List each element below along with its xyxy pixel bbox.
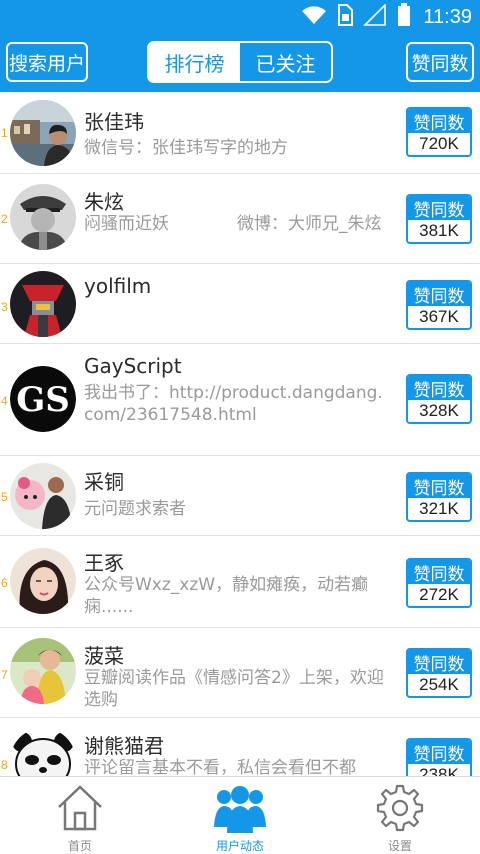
rank-number: 5 — [1, 490, 8, 504]
rank-number: 1 — [1, 126, 8, 140]
tab-switcher: 排行榜 已关注 — [147, 41, 333, 83]
sim-icon — [337, 4, 354, 30]
user-description: 公众号Wxz_xzW，静如瘫痪，动若癫痫...... — [84, 575, 369, 617]
bottom-navigation: 首页 用户动态 设置 — [0, 776, 480, 854]
user-name: 张佳玮 — [84, 110, 144, 134]
ranking-list[interactable]: 1 张佳玮 微信号：张佳玮写字的地方 赞同数 720K 2 朱炫 闷骚而近妖 微… — [0, 92, 480, 776]
svg-text:GS: GS — [16, 380, 70, 420]
rank-number: 4 — [1, 394, 8, 408]
list-item[interactable]: 4 GS GayScript 我出书了：http://product.dangd… — [0, 344, 480, 456]
user-description: 元问题求索者 — [84, 499, 186, 519]
user-name: 王豖 — [84, 551, 124, 575]
user-description: 我出书了：http://product.dangdang.com/2361754… — [84, 383, 383, 425]
likes-badge: 赞同数 321K — [406, 472, 472, 522]
rank-number: 7 — [1, 668, 8, 682]
list-item[interactable]: 2 朱炫 闷骚而近妖 微博：大师兄_朱炫 赞同数 381K — [0, 174, 480, 264]
status-bar: 11:39 — [0, 0, 480, 34]
user-description: 闷骚而近妖 微博：大师兄_朱炫 — [84, 214, 382, 234]
user-name: yolfilm — [84, 274, 152, 298]
avatar[interactable] — [10, 638, 76, 704]
nav-settings-label: 设置 — [387, 839, 412, 853]
user-name: 采铜 — [84, 470, 124, 494]
status-time: 11:39 — [423, 5, 472, 28]
tab-following[interactable]: 已关注 — [240, 43, 331, 81]
rank-number: 6 — [1, 576, 8, 590]
rank-number: 2 — [1, 212, 8, 226]
likes-badge-caption: 赞同数 — [408, 740, 470, 765]
likes-badge: 赞同数 381K — [406, 194, 472, 244]
user-description: 微信号：张佳玮写字的地方 — [84, 138, 288, 158]
avatar[interactable] — [10, 184, 76, 250]
user-name: 朱炫 — [84, 190, 124, 214]
user-name: 谢熊猫君 — [84, 734, 164, 758]
user-description: 豆瓣阅读作品《情感问答2》上架，欢迎选购 — [84, 668, 384, 710]
list-item[interactable]: 6 王豖 公众号Wxz_xzW，静如瘫痪，动若癫痫...... 赞同数 272K — [0, 536, 480, 628]
likes-badge-caption: 赞同数 — [408, 560, 470, 585]
list-item[interactable]: 5 采铜 元问题求索者 赞同数 321K — [0, 456, 480, 536]
panda-avatar[interactable] — [10, 728, 76, 776]
nav-user-activity[interactable]: 用户动态 — [160, 777, 320, 854]
likes-badge: 赞同数 238K — [406, 738, 472, 776]
likes-badge-caption: 赞同数 — [408, 196, 470, 221]
likes-count: 328K — [419, 401, 459, 420]
avatar[interactable] — [10, 100, 76, 166]
avatar[interactable] — [10, 271, 76, 337]
likes-badge: 赞同数 367K — [406, 280, 472, 330]
likes-badge-caption: 赞同数 — [408, 109, 470, 134]
list-item[interactable]: 1 张佳玮 微信号：张佳玮写字的地方 赞同数 720K — [0, 92, 480, 174]
tab-ranking[interactable]: 排行榜 — [149, 43, 240, 81]
likes-badge-caption: 赞同数 — [408, 474, 470, 499]
likes-badge-caption: 赞同数 — [408, 650, 470, 675]
likes-count: 367K — [419, 307, 459, 326]
likes-count: 321K — [419, 499, 459, 518]
top-toolbar: 搜索用户 排行榜 已关注 赞同数 — [0, 34, 480, 92]
home-icon — [55, 783, 105, 837]
user-description: 评论留言基本不看，私信会看但不都 — [84, 758, 356, 776]
avatar[interactable] — [10, 548, 76, 614]
likes-count: 254K — [419, 675, 459, 694]
rank-number: 8 — [1, 758, 8, 772]
likes-count: 720K — [419, 134, 459, 153]
list-item[interactable]: 7 菠菜 豆瓣阅读作品《情感问答2》上架，欢迎选购 赞同数 254K — [0, 628, 480, 718]
gear-icon — [375, 783, 425, 837]
nav-settings[interactable]: 设置 — [320, 777, 480, 854]
sort-by-likes-button[interactable]: 赞同数 — [406, 42, 474, 82]
signal-icon — [363, 3, 387, 30]
likes-badge: 赞同数 328K — [406, 374, 472, 424]
likes-count: 381K — [419, 221, 459, 240]
avatar[interactable] — [10, 463, 76, 529]
nav-user-activity-label: 用户动态 — [215, 839, 264, 853]
user-name: 菠菜 — [84, 644, 124, 668]
likes-count: 272K — [419, 585, 459, 604]
list-item[interactable]: 3 yolfilm 赞同数 367K — [0, 264, 480, 344]
user-name: GayScript — [84, 354, 182, 378]
users-icon — [213, 783, 267, 839]
nav-home[interactable]: 首页 — [0, 777, 160, 854]
search-users-button[interactable]: 搜索用户 — [6, 42, 88, 82]
likes-badge-caption: 赞同数 — [408, 376, 470, 401]
nav-home-label: 首页 — [67, 839, 92, 853]
likes-count: 238K — [419, 765, 459, 776]
likes-badge-caption: 赞同数 — [408, 282, 470, 307]
wifi-icon — [301, 5, 327, 29]
likes-badge: 赞同数 272K — [406, 558, 472, 608]
likes-badge: 赞同数 720K — [406, 107, 472, 157]
battery-icon — [397, 3, 411, 31]
likes-badge: 赞同数 254K — [406, 648, 472, 698]
gs-logo-avatar[interactable]: GS — [10, 366, 76, 432]
rank-number: 3 — [1, 300, 8, 314]
list-item[interactable]: 8 谢熊猫君 评论留言基本不看，私信会看但不都 赞同数 238K — [0, 718, 480, 776]
